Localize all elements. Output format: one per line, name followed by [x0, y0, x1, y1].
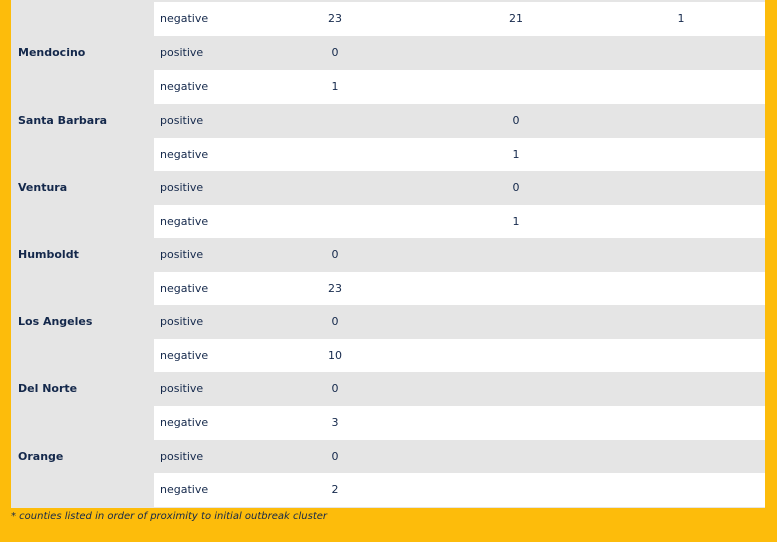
table-row: negative 23 21 1: [11, 2, 765, 36]
count-cell: 0: [331, 46, 339, 59]
table-row: negative 2: [11, 473, 765, 507]
county-name: Mendocino: [18, 46, 86, 59]
result-label: negative: [160, 215, 209, 228]
table-row: Humboldt positive 0: [11, 238, 765, 272]
county-name: Humboldt: [18, 248, 79, 261]
table-row: Orange positive 0: [11, 440, 765, 474]
count-cell: 1: [512, 215, 520, 228]
count-cell: 10: [328, 349, 342, 362]
result-label: positive: [160, 181, 204, 194]
count-cell: 0: [512, 114, 520, 127]
table-row: Ventura positive 0: [11, 171, 765, 205]
count-cell: 1: [331, 80, 339, 93]
county-name: Del Norte: [18, 382, 78, 395]
result-label: negative: [160, 12, 209, 25]
county-name: Santa Barbara: [18, 114, 108, 127]
county-name: Ventura: [18, 181, 68, 194]
result-label: positive: [160, 248, 204, 261]
count-cell: 3: [331, 416, 339, 429]
result-label: positive: [160, 382, 204, 395]
result-label: negative: [160, 148, 209, 161]
result-label: positive: [160, 450, 204, 463]
result-label: negative: [160, 416, 209, 429]
table-row: negative 1: [11, 138, 765, 172]
count-cell: 0: [331, 315, 339, 328]
table-footnote: * counties listed in order of proximity …: [11, 511, 328, 522]
count-cell: 21: [509, 12, 523, 25]
count-cell: 0: [331, 450, 339, 463]
result-label: negative: [160, 80, 209, 93]
result-label: negative: [160, 349, 209, 362]
table-row: negative 23: [11, 272, 765, 306]
table-row: Mendocino positive 0: [11, 36, 765, 70]
result-label: positive: [160, 46, 204, 59]
count-cell: 0: [331, 382, 339, 395]
table-row: Santa Barbara positive 0: [11, 104, 765, 138]
count-cell: 23: [328, 12, 342, 25]
count-cell: 23: [328, 282, 342, 295]
count-cell: 0: [331, 248, 339, 261]
county-name: Los Angeles: [18, 315, 93, 328]
count-cell: 0: [512, 181, 520, 194]
data-table: negative 23 21 1 Mendocino positive 0 ne…: [11, 0, 765, 508]
table-row: negative 3: [11, 406, 765, 440]
table-row: Los Angeles positive 0: [11, 305, 765, 339]
count-cell: 1: [677, 12, 685, 25]
table-row: negative 1: [11, 205, 765, 239]
table-row: Del Norte positive 0: [11, 372, 765, 406]
table-row: negative 10: [11, 339, 765, 373]
count-cell: 1: [512, 148, 520, 161]
count-cell: 2: [331, 483, 339, 496]
result-label: negative: [160, 282, 209, 295]
county-name: Orange: [18, 450, 64, 463]
table-row: negative 1: [11, 70, 765, 104]
result-label: negative: [160, 483, 209, 496]
result-label: positive: [160, 114, 204, 127]
result-label: positive: [160, 315, 204, 328]
